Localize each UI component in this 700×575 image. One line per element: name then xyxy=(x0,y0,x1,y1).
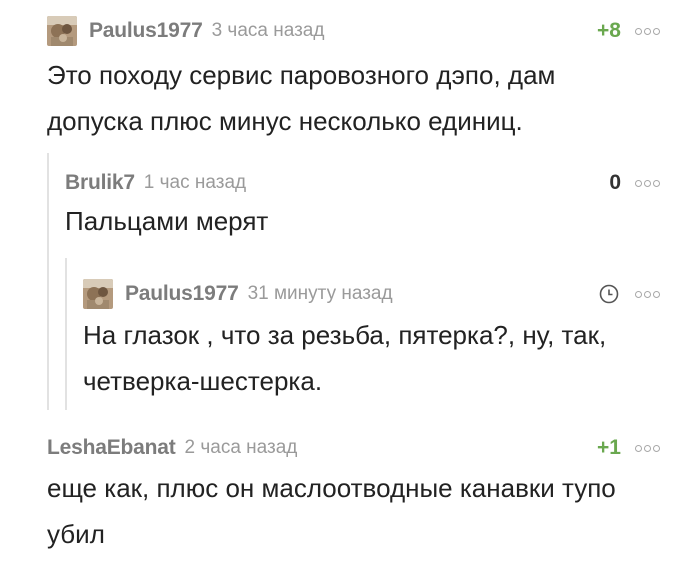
comment-text-line: убил xyxy=(47,519,105,549)
comment-time[interactable]: 31 минуту назад xyxy=(248,283,393,305)
comment-author[interactable]: LeshaEbanat xyxy=(47,436,176,460)
comment: Paulus1977 3 часа назад +8 Это походу се… xyxy=(47,16,660,136)
comment-actions: +8 xyxy=(597,16,660,46)
comment-rating: 0 xyxy=(609,171,621,194)
more-options-icon[interactable] xyxy=(635,290,660,298)
comment-text-line: Пальцами мерят xyxy=(65,206,269,236)
comment-time[interactable]: 2 часа назад xyxy=(185,437,298,459)
avatar[interactable] xyxy=(47,16,77,46)
comment-header: Paulus1977 3 часа назад xyxy=(47,16,324,46)
comment-text: Пальцами мерят xyxy=(65,198,268,244)
clock-icon xyxy=(599,284,619,304)
comment-text-line: Это походу сервис паровозного дэпо, дам xyxy=(47,60,556,90)
comment-text-line: четверка-шестерка. xyxy=(83,366,323,396)
more-options-icon[interactable] xyxy=(635,27,660,35)
comment-header: Paulus1977 31 минуту назад xyxy=(83,279,393,309)
comment-text-line: еще как, плюс он маслоотводные канавки т… xyxy=(47,473,616,503)
comment-text: На глазок , что за резьба, пятерка?, ну,… xyxy=(83,312,606,404)
comment-text: Это походу сервис паровозного дэпо, дам … xyxy=(47,52,555,144)
avatar[interactable] xyxy=(83,279,113,309)
more-options-icon[interactable] xyxy=(635,444,660,452)
comment-reply: Paulus1977 31 минуту назад На глазок , ч… xyxy=(83,279,660,399)
comment-time[interactable]: 1 час назад xyxy=(144,172,246,194)
comment-actions xyxy=(599,279,660,309)
comment-text-line: На глазок , что за резьба, пятерка?, ну,… xyxy=(83,320,607,350)
comment-rating: +8 xyxy=(597,19,621,42)
comment-time[interactable]: 3 часа назад xyxy=(212,20,325,42)
comment-actions: 0 xyxy=(609,168,660,198)
comment-text-line: допуска плюс минус несколько единиц. xyxy=(47,106,523,136)
more-options-icon[interactable] xyxy=(635,179,660,187)
comment-text: еще как, плюс он маслоотводные канавки т… xyxy=(47,465,616,557)
thread-line-level-1 xyxy=(47,153,49,410)
comment-actions: +1 xyxy=(597,433,660,463)
comment: LeshaEbanat 2 часа назад +1 еще как, плю… xyxy=(47,433,660,553)
comment-author[interactable]: Paulus1977 xyxy=(125,282,239,306)
comment-author[interactable]: Paulus1977 xyxy=(89,19,203,43)
comment-rating: +1 xyxy=(597,436,621,459)
comment-header: LeshaEbanat 2 часа назад xyxy=(47,433,297,463)
thread-line-level-2 xyxy=(65,258,67,410)
comment-author[interactable]: Brulik7 xyxy=(65,171,135,195)
comment-header: Brulik7 1 час назад xyxy=(65,168,246,198)
comment-reply: Brulik7 1 час назад 0 Пальцами мерят xyxy=(65,168,660,248)
